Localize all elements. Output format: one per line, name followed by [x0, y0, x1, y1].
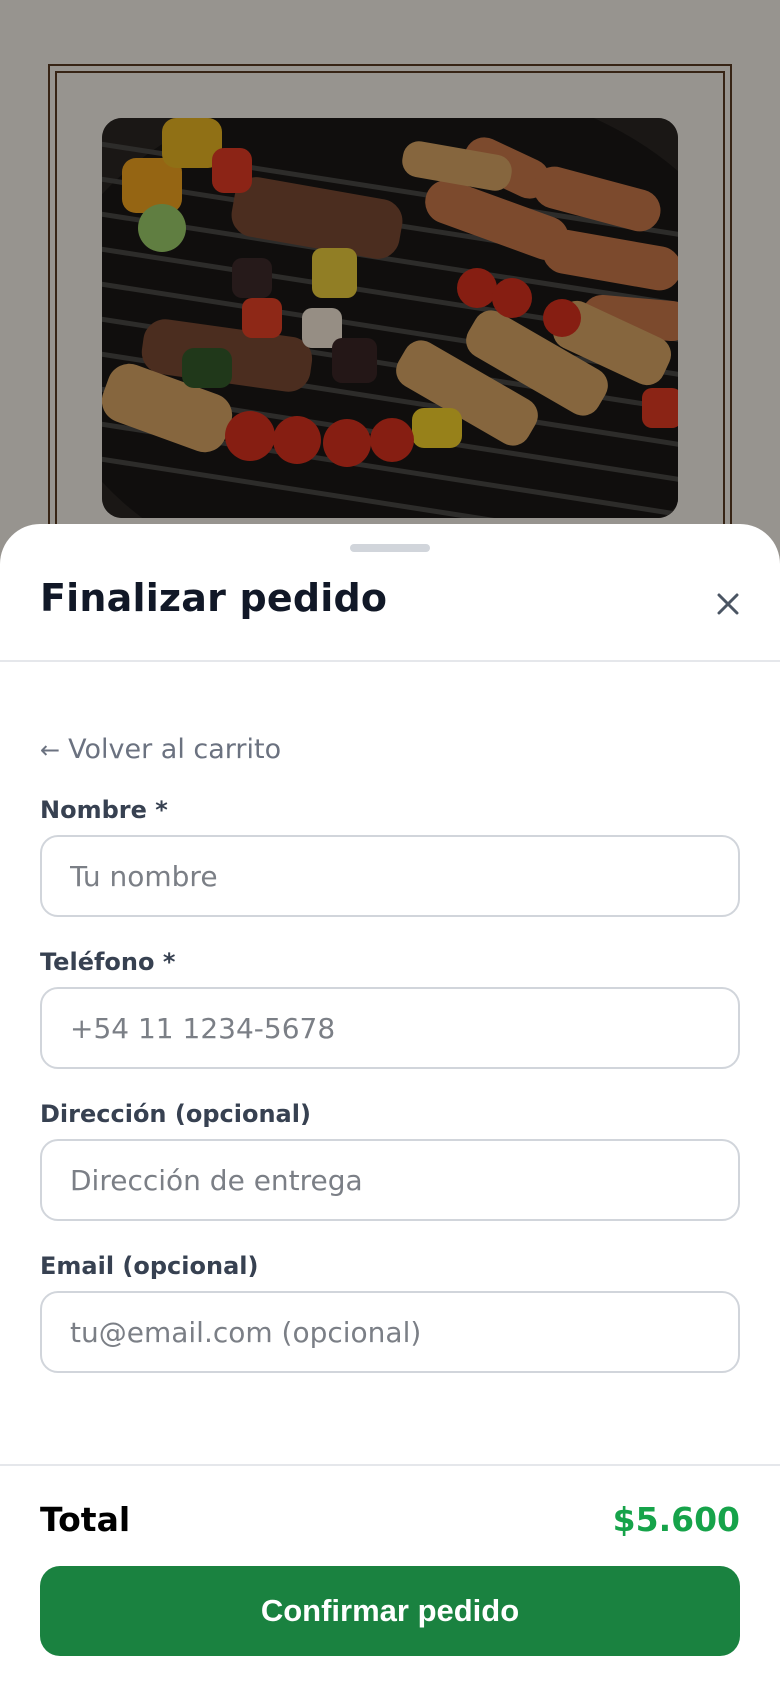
name-input[interactable] — [40, 835, 740, 917]
back-to-cart-label: Volver al carrito — [68, 734, 282, 765]
sheet-title: Finalizar pedido — [40, 576, 388, 620]
email-input[interactable] — [40, 1291, 740, 1373]
header-divider — [0, 660, 780, 662]
close-button[interactable] — [708, 586, 748, 626]
name-field-label: Nombre * — [40, 796, 168, 824]
confirm-order-button[interactable]: Confirmar pedido — [40, 1566, 740, 1656]
address-input[interactable] — [40, 1139, 740, 1221]
sheet-drag-handle[interactable] — [350, 544, 430, 552]
email-field-label: Email (opcional) — [40, 1252, 259, 1280]
close-icon — [717, 593, 739, 619]
back-to-cart-link[interactable]: ← Volver al carrito — [40, 734, 281, 765]
arrow-left-icon: ← — [40, 736, 61, 764]
phone-input[interactable] — [40, 987, 740, 1069]
address-field-label: Dirección (opcional) — [40, 1100, 311, 1128]
footer-divider — [0, 1464, 780, 1466]
phone-field-label: Teléfono * — [40, 948, 176, 976]
total-label: Total — [40, 1500, 131, 1539]
total-value: $5.600 — [612, 1500, 740, 1539]
checkout-bottom-sheet: Finalizar pedido ← Volver al carrito Nomb… — [0, 524, 780, 1688]
